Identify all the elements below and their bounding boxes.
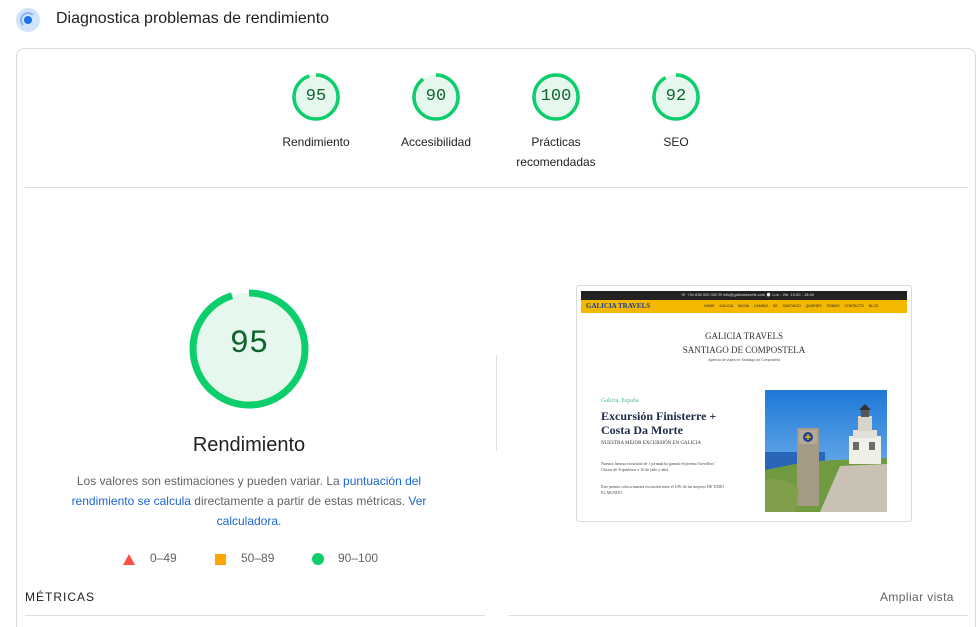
- circle-icon: [312, 553, 324, 565]
- vertical-divider: [496, 355, 497, 451]
- lighthouse-photo: [765, 390, 887, 512]
- legend-range: 0–49: [150, 551, 177, 565]
- metrics-heading: MÉTRICAS: [25, 590, 96, 604]
- gauge-seo[interactable]: 92 SEO: [625, 72, 727, 152]
- site-heading-line: SANTIAGO DE COMPOSTELA: [682, 345, 806, 355]
- site-navbar: GALICIA TRAVELS HOME GALICIA MUXÍA CAMIN…: [581, 300, 907, 313]
- page-screenshot[interactable]: ☏ +34 636 000 000 ✉ info@galiciatravels.…: [576, 285, 912, 522]
- legend-range: 50–89: [241, 551, 275, 565]
- divider: [25, 615, 485, 616]
- page-title: Diagnostica problemas de rendimiento: [56, 10, 330, 27]
- gauge-score: 92: [665, 87, 687, 106]
- site-paragraph: Nuestra famosa excursión de 1 jornada ha…: [601, 461, 715, 472]
- site-kicker: Galicia, España: [601, 398, 639, 404]
- performance-score: 95: [229, 325, 269, 362]
- divider: [508, 615, 968, 616]
- gauge-performance[interactable]: 95 Rendimiento: [265, 72, 367, 152]
- expand-view-button[interactable]: Ampliar vista: [880, 590, 954, 604]
- site-tagline: NUESTRA MEJOR EXCURSIÓN EN GALICIA: [601, 441, 702, 446]
- site-nav-links: HOME GALICIA MUXÍA CAMINO DE SANTIAGO QU…: [704, 304, 879, 308]
- performance-description: Los valores son estimaciones y pueden va…: [65, 471, 433, 531]
- gauge-label: Accesibilidad: [400, 135, 472, 149]
- gauge-best-practices[interactable]: 100 Prácticas recomendadas: [505, 72, 607, 172]
- site-subheading: Agencia de viajes en Santiago de Compost…: [708, 358, 780, 362]
- lighthouse-icon: [16, 8, 40, 32]
- triangle-icon: [123, 554, 135, 565]
- description-text: Los valores son estimaciones y pueden va…: [76, 474, 344, 488]
- square-icon: [215, 554, 226, 565]
- divider: [25, 187, 968, 188]
- site-logo: GALICIA TRAVELS: [586, 302, 651, 310]
- page-header: Diagnostica problemas de rendimiento: [0, 0, 979, 40]
- gauge-accessibility[interactable]: 90 Accesibilidad: [385, 72, 487, 152]
- description-text: directamente a partir de estas métricas.: [190, 494, 409, 508]
- site-paragraph: Este premio coloca nuestra excursión ent…: [601, 484, 725, 495]
- site-topbar: ☏ +34 636 000 000 ✉ info@galiciatravels.…: [581, 291, 907, 300]
- gauge-score: 95: [305, 87, 327, 106]
- gauge-score: 100: [540, 87, 572, 106]
- legend-range: 90–100: [338, 551, 379, 565]
- site-topbar-text: ☏ +34 636 000 000 ✉ info@galiciatravels.…: [681, 292, 815, 297]
- performance-title: Rendimiento: [192, 434, 306, 456]
- category-gauges: 95 Rendimiento 90 Accesibilidad 100 Prác…: [265, 72, 745, 182]
- site-tour-title: Excursión Finisterre + Costa Da Morte: [601, 409, 717, 437]
- site-heading: GALICIA TRAVELS SANTIAGO DE COMPOSTELA: [577, 329, 911, 357]
- gauge-label: Prácticas recomendadas: [516, 135, 596, 169]
- site-heading-line: GALICIA TRAVELS: [705, 331, 783, 341]
- gauge-label: Rendimiento: [282, 135, 350, 149]
- gauge-score: 90: [425, 87, 447, 106]
- gauge-label: SEO: [663, 135, 689, 149]
